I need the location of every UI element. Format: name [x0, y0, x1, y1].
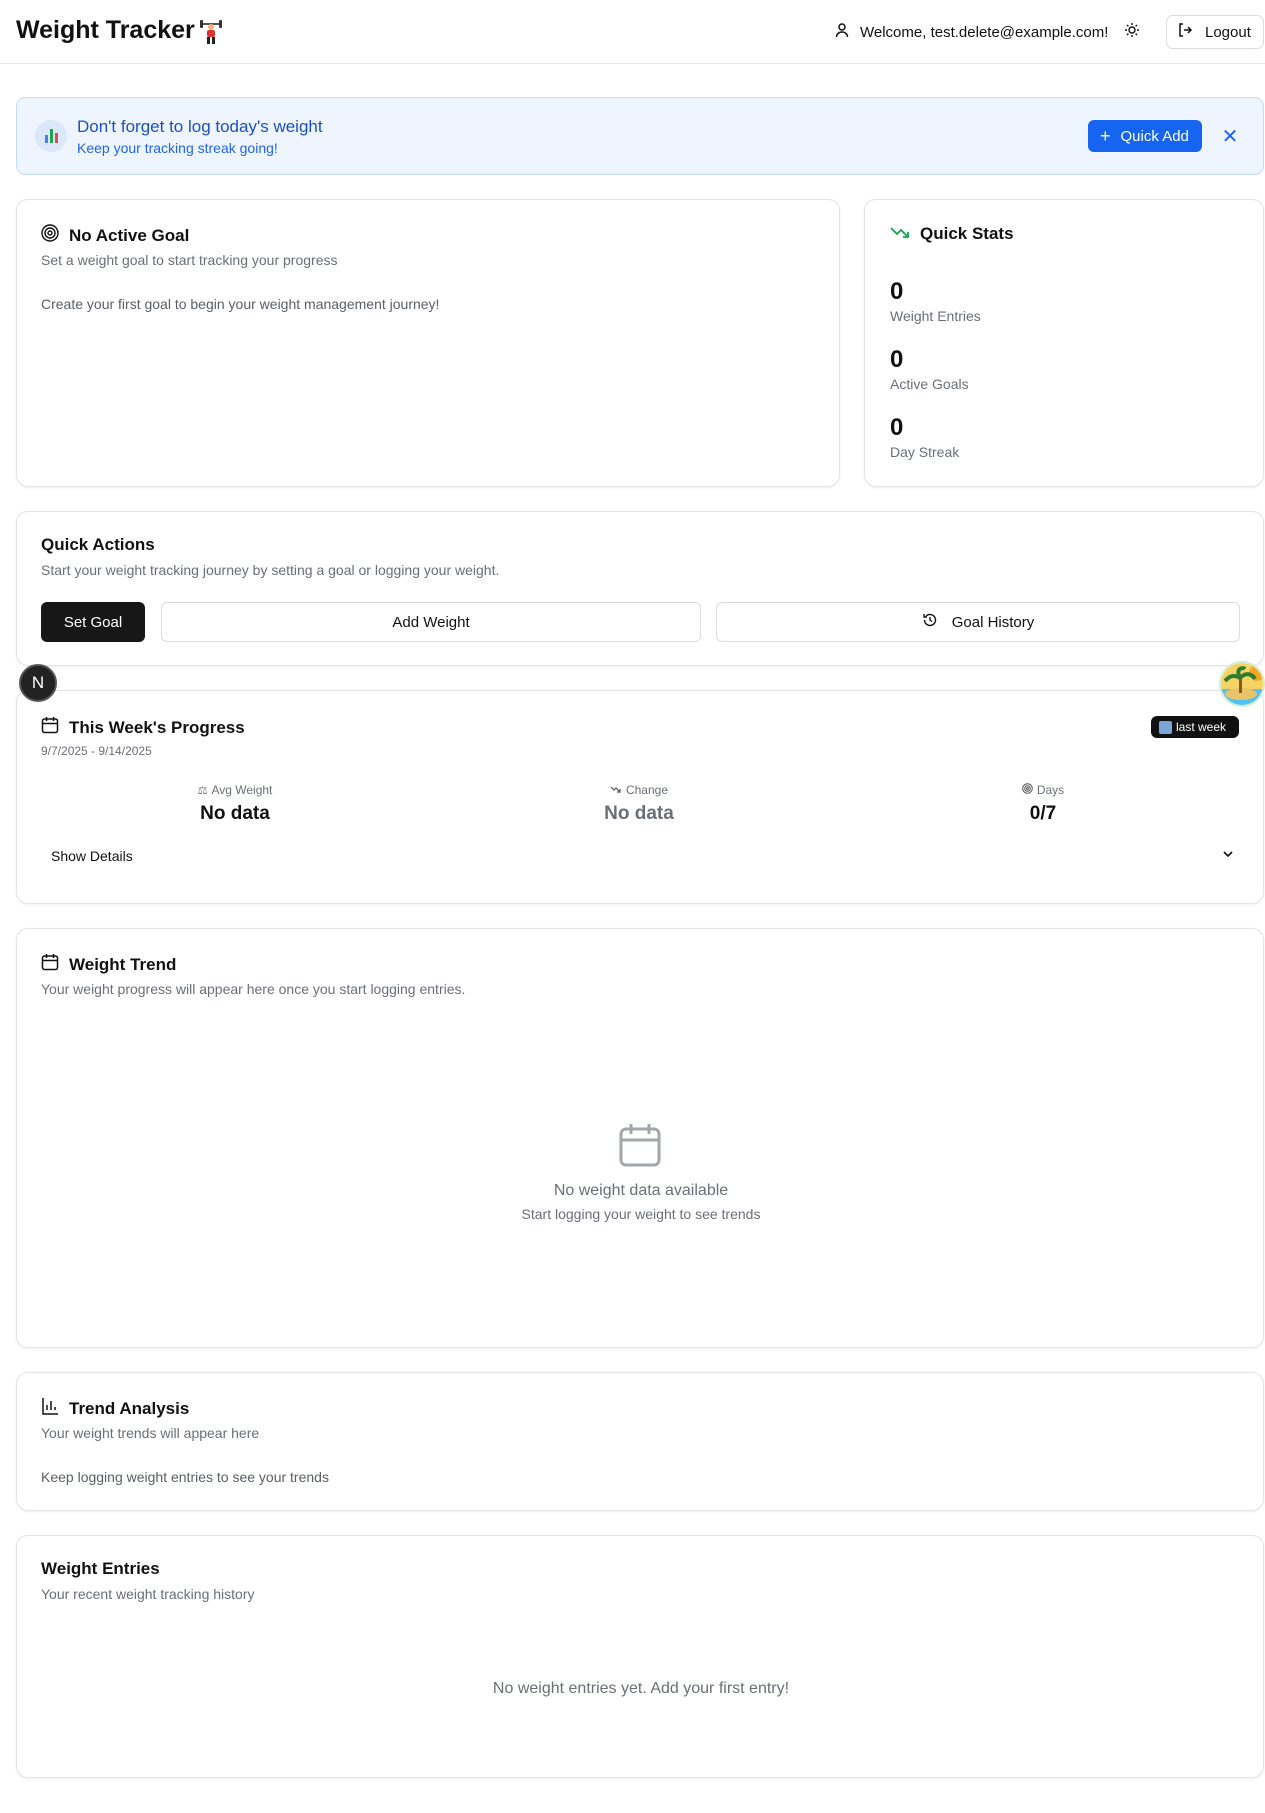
trend-analysis-card: Trend Analysis Your weight trends will a…: [16, 1372, 1264, 1511]
trend-analysis-body: Keep logging weight entries to see your …: [41, 1469, 329, 1485]
week-date-range: 9/7/2025 - 9/14/2025: [41, 744, 152, 758]
target-small-icon: [1022, 783, 1033, 797]
weight-trend-subtitle: Your weight progress will appear here on…: [41, 981, 466, 997]
user-icon: [834, 22, 850, 42]
goal-card: No Active Goal Set a weight goal to star…: [16, 199, 840, 487]
trend-analysis-title: Trend Analysis: [41, 1397, 189, 1420]
week-progress-title: This Week's Progress: [41, 716, 245, 739]
bar-chart-icon: [35, 120, 67, 152]
show-details-label: Show Details: [51, 848, 133, 864]
weight-trend-empty-sub: Start logging your weight to see trends: [521, 1206, 761, 1222]
days-value: 0/7: [1029, 803, 1057, 824]
quick-stats-card: Quick Stats 0 Weight Entries 0 Active Go…: [864, 199, 1264, 487]
weight-entries-title: Weight Entries: [41, 1559, 160, 1578]
days-column: Days 0/7: [943, 783, 1143, 825]
goal-card-title: No Active Goal: [41, 224, 189, 247]
quick-add-label: Quick Add: [1120, 127, 1189, 145]
sun-icon: [1124, 22, 1140, 43]
banner-title: Don't forget to log today's weight: [77, 117, 323, 136]
last-week-label: last week: [1176, 720, 1227, 734]
add-weight-button[interactable]: Add Weight: [161, 602, 701, 642]
trending-down-icon: [890, 224, 910, 244]
trending-down-small-icon: [610, 783, 622, 797]
welcome-text: Welcome, test.delete@example.com!: [860, 23, 1109, 41]
chevron-down-icon: [1221, 847, 1235, 866]
stat-value-entries: 0: [890, 278, 904, 305]
avg-weight-value: No data: [200, 803, 270, 824]
weight-trend-empty-title: No weight data available: [553, 1182, 729, 1199]
app-title: Weight Tracker: [16, 16, 195, 44]
last-week-pill[interactable]: last week: [1151, 716, 1239, 738]
change-column: Change No data: [539, 783, 739, 825]
trend-analysis-title-text: Trend Analysis: [69, 1398, 190, 1418]
change-value: No data: [604, 803, 674, 824]
goal-title-text: No Active Goal: [69, 225, 190, 245]
scale-icon: ⚖: [197, 784, 208, 797]
avg-weight-label: Avg Weight: [211, 783, 273, 797]
weight-entries-card: Weight Entries Your recent weight tracki…: [16, 1535, 1264, 1778]
show-details-toggle[interactable]: Show Details: [51, 843, 1235, 869]
logout-icon: [1177, 22, 1193, 42]
stat-label-entries: Weight Entries: [890, 308, 981, 324]
quick-add-button[interactable]: + Quick Add: [1088, 120, 1202, 152]
island-avatar[interactable]: [1219, 661, 1265, 707]
avg-weight-column: ⚖ Avg Weight No data: [135, 783, 335, 825]
weight-trend-title: Weight Trend: [41, 953, 176, 976]
goal-card-body: Create your first goal to begin your wei…: [41, 296, 440, 312]
history-icon: [922, 612, 938, 632]
quick-stats-title: Quick Stats: [890, 224, 1014, 244]
change-label: Change: [625, 783, 669, 797]
days-label: Days: [1036, 783, 1065, 797]
calendar-icon: [41, 716, 59, 739]
quick-actions-subtitle: Start your weight tracking journey by se…: [41, 562, 500, 578]
week-progress-card: This Week's Progress 9/7/2025 - 9/14/202…: [16, 690, 1264, 904]
goal-history-button[interactable]: Goal History: [716, 602, 1240, 642]
close-icon[interactable]: ✕: [1219, 125, 1241, 148]
stat-value-goals: 0: [890, 346, 904, 373]
stat-label-goals: Active Goals: [890, 376, 969, 392]
logout-button[interactable]: Logout: [1166, 15, 1264, 49]
bar-chart-outline-icon: [41, 1397, 59, 1420]
set-goal-button[interactable]: Set Goal: [41, 602, 145, 642]
empty-calendar-icon: [619, 1123, 661, 1172]
quick-stats-title-text: Quick Stats: [920, 224, 1014, 243]
calendar-icon: [41, 953, 59, 976]
stat-label-streak: Day Streak: [890, 444, 960, 460]
theme-toggle-button[interactable]: [1120, 20, 1144, 44]
top-header: Weight Tracker Welcome, test.delete@exam…: [0, 0, 1265, 64]
quick-actions-card: Quick Actions Start your weight tracking…: [16, 511, 1264, 666]
quick-actions-title: Quick Actions: [41, 535, 155, 554]
weight-entries-subtitle: Your recent weight tracking history: [41, 1586, 255, 1602]
welcome-area: Welcome, test.delete@example.com!: [834, 22, 1108, 42]
banner-subtitle: Keep your tracking streak going!: [77, 140, 278, 156]
target-icon: [41, 224, 59, 247]
stat-value-streak: 0: [890, 414, 904, 441]
image-icon: [1159, 720, 1172, 734]
trend-analysis-subtitle: Your weight trends will appear here: [41, 1425, 260, 1441]
weight-trend-title-text: Weight Trend: [69, 954, 177, 974]
weightlifter-icon: [200, 19, 222, 45]
n-badge-button[interactable]: N: [19, 664, 57, 702]
plus-icon: +: [1100, 126, 1111, 146]
week-progress-title-text: This Week's Progress: [69, 717, 245, 737]
weight-trend-empty: No weight data available Start logging y…: [441, 1182, 841, 1222]
logout-label: Logout: [1205, 23, 1251, 41]
goal-card-subtitle: Set a weight goal to start tracking your…: [41, 252, 338, 268]
weight-entries-empty: No weight entries yet. Add your first en…: [492, 1680, 790, 1697]
weight-trend-card: Weight Trend Your weight progress will a…: [16, 928, 1264, 1348]
reminder-banner: Don't forget to log today's weight Keep …: [16, 97, 1264, 175]
goal-history-label: Goal History: [951, 613, 1035, 631]
